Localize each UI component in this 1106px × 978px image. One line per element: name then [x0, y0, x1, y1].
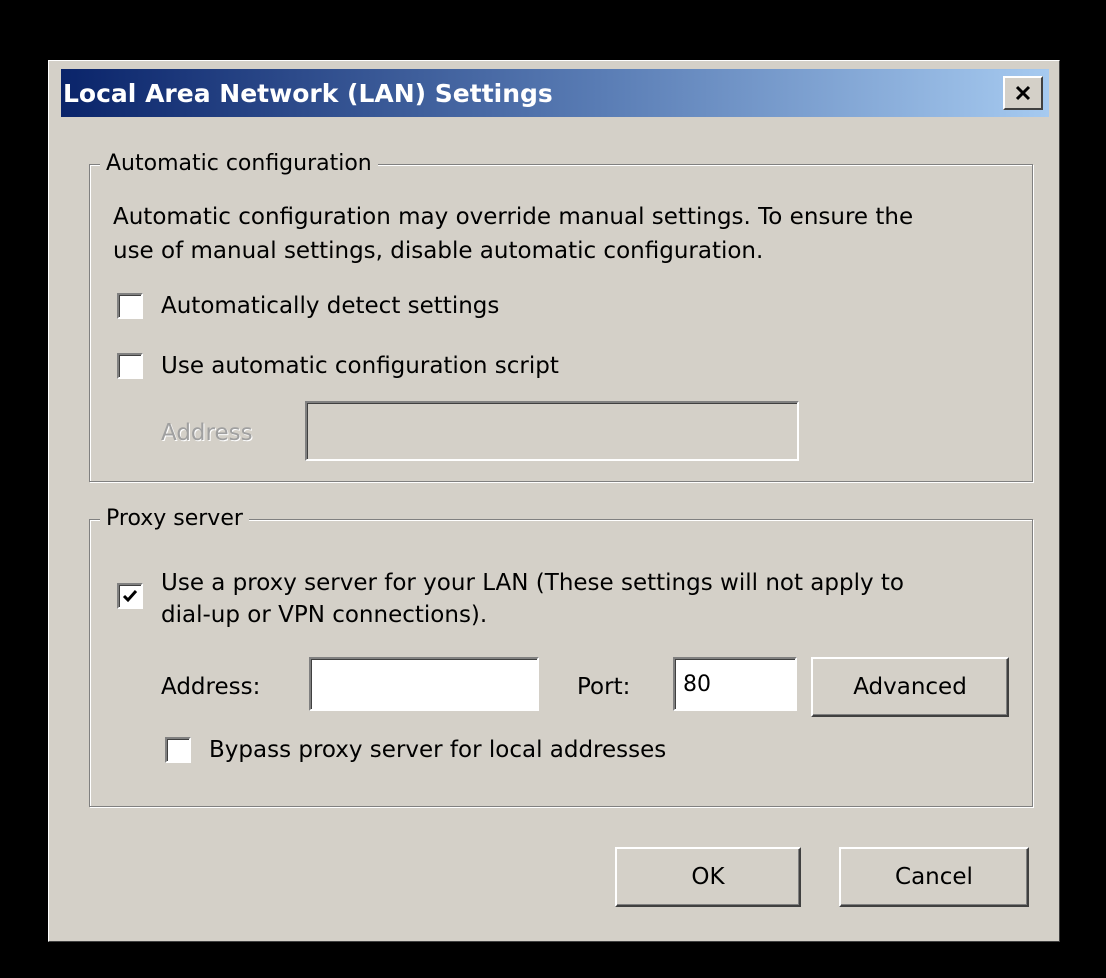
bypass-local-checkbox[interactable]	[165, 737, 191, 763]
automatic-configuration-legend: Automatic configuration	[100, 151, 378, 176]
proxy-address-label: Address:	[161, 674, 261, 700]
proxy-server-legend: Proxy server	[100, 506, 249, 531]
auto-config-description-line2: use of manual settings, disable automati…	[113, 238, 764, 264]
use-script-checkbox[interactable]	[117, 353, 143, 379]
close-button[interactable]	[1003, 76, 1043, 110]
use-proxy-checkbox[interactable]	[117, 583, 143, 609]
detect-settings-label[interactable]: Automatically detect settings	[161, 290, 499, 322]
title-bar[interactable]: Local Area Network (LAN) Settings	[61, 69, 1049, 117]
proxy-port-field[interactable]	[673, 657, 797, 711]
bypass-local-label[interactable]: Bypass proxy server for local addresses	[209, 734, 666, 766]
use-proxy-label-line2[interactable]: dial-up or VPN connections).	[161, 599, 487, 631]
checkmark-icon	[122, 590, 138, 603]
use-script-label[interactable]: Use automatic configuration script	[161, 350, 559, 382]
lan-settings-dialog: Local Area Network (LAN) Settings Automa…	[48, 60, 1060, 942]
cancel-button[interactable]: Cancel	[839, 847, 1029, 907]
detect-settings-checkbox[interactable]	[117, 293, 143, 319]
script-address-field[interactable]	[305, 401, 799, 461]
ok-button[interactable]: OK	[615, 847, 801, 907]
advanced-button[interactable]: Advanced	[811, 657, 1009, 717]
use-proxy-label-line1[interactable]: Use a proxy server for your LAN (These s…	[161, 567, 904, 599]
script-address-label: Address	[161, 420, 253, 446]
window-title: Local Area Network (LAN) Settings	[63, 79, 553, 108]
close-icon	[1015, 85, 1031, 101]
proxy-port-label: Port:	[577, 674, 631, 700]
proxy-address-field[interactable]	[309, 657, 539, 711]
auto-config-description-line1: Automatic configuration may override man…	[113, 204, 914, 230]
